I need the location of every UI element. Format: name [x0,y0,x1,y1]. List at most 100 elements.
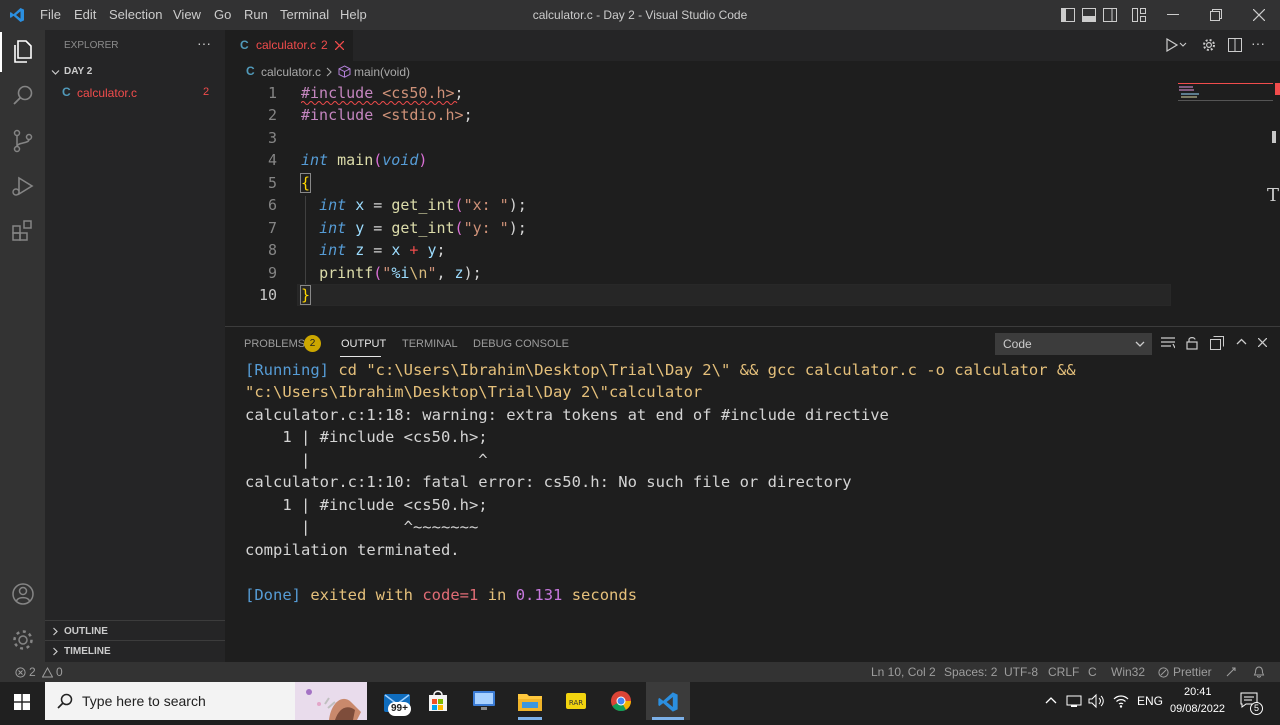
vscode-logo-icon[interactable] [9,7,25,23]
problems-badge: 2 [304,335,321,352]
chrome-icon[interactable] [610,690,632,712]
cursor-position[interactable]: Ln 10, Col 2 [871,665,936,679]
timeline-label: TIMELINE [64,646,111,657]
run-debug-icon[interactable] [9,172,37,200]
minimize-icon[interactable] [1167,14,1179,16]
warning-count[interactable]: 0 [56,665,63,679]
line-number: 7 [267,219,277,237]
split-editor-icon[interactable] [1228,38,1242,52]
winrar-icon[interactable]: RAR [565,691,587,711]
line-number: 8 [267,241,277,259]
platform[interactable]: Win32 [1111,665,1145,679]
extensions-icon[interactable] [9,217,37,245]
folder-day2[interactable]: DAY 2 [45,62,225,82]
active-tab-underline [340,356,381,357]
output-line: [Running] cd "c:\Users\Ibrahim\Desktop\T… [245,361,1076,379]
more-actions-icon[interactable]: ··· [197,35,211,51]
outline-section[interactable]: OUTLINE [45,620,225,640]
file-explorer-icon[interactable] [518,691,542,711]
chevron-down-icon [1135,341,1145,347]
run-code-icon[interactable] [1165,38,1187,52]
menu-help[interactable]: Help [340,7,367,22]
function-cube-icon [338,65,351,78]
line-number: 5 [267,174,277,192]
vscode-taskbar-button[interactable] [646,682,690,720]
scrollbar-thumb[interactable] [1272,131,1276,143]
chevron-up-icon[interactable] [1236,338,1247,346]
c-file-icon: C [240,38,249,52]
menu-edit[interactable]: Edit [74,7,96,22]
encoding[interactable]: UTF-8 [1004,665,1038,679]
menu-selection[interactable]: Selection [109,7,162,22]
line-ending[interactable]: CRLF [1048,665,1079,679]
toggle-panel-icon[interactable] [1082,8,1096,22]
lock-scroll-icon[interactable] [1186,336,1198,350]
files-icon[interactable] [9,37,37,65]
file-problem-count: 2 [203,86,210,98]
notifications-bell-icon[interactable] [1253,666,1265,678]
line-number: 3 [267,129,277,147]
error-count[interactable]: 2 [29,665,36,679]
output-line: 1 | #include <cs50.h>; [245,496,488,514]
language-mode[interactable]: C [1088,665,1097,679]
code-line-10: } [299,285,312,305]
menu-view[interactable]: View [173,7,201,22]
restore-icon[interactable] [1210,9,1222,21]
error-circle-icon[interactable] [15,667,26,678]
breadcrumb-file[interactable]: calculator.c [261,65,321,79]
file-item-calculator[interactable]: C calculator.c 2 [45,82,225,104]
more-actions-icon[interactable]: ··· [1251,35,1265,51]
manage-gear-icon[interactable] [9,626,37,654]
wifi-icon[interactable] [1113,693,1129,709]
clock-time[interactable]: 20:41 [1184,686,1212,698]
windows-start-icon[interactable] [14,694,30,710]
search-placeholder: Type here to search [82,693,206,709]
outline-label: OUTLINE [64,626,108,637]
indentation[interactable]: Spaces: 2 [944,665,997,679]
code-editor[interactable]: 1 2 3 4 5 6 7 8 9 10 #include <cs50.h>; … [225,83,1280,326]
breadcrumb-symbol[interactable]: main(void) [354,65,410,79]
mail-app[interactable]: 99+ [382,688,414,716]
close-window-icon[interactable] [1253,9,1265,21]
feedback-icon[interactable] [1225,666,1237,678]
timeline-section[interactable]: TIMELINE [45,640,225,660]
close-tab-icon[interactable] [335,41,344,50]
menu-terminal[interactable]: Terminal [280,7,329,22]
formatter[interactable]: Prettier [1173,665,1212,679]
clock-date[interactable]: 09/08/2022 [1170,703,1225,715]
warning-icon[interactable] [42,667,53,678]
volume-icon[interactable] [1088,693,1106,709]
minimap[interactable] [1178,83,1273,105]
input-language[interactable]: ENG [1137,694,1163,708]
remote-desktop-icon[interactable] [472,690,496,712]
menu-run[interactable]: Run [244,7,268,22]
search-icon[interactable] [9,82,37,110]
microsoft-store-icon[interactable] [428,690,448,712]
toggle-secondary-sidebar-icon[interactable] [1103,8,1117,22]
chevron-up-icon[interactable] [1045,696,1057,704]
maximize-panel-icon[interactable] [1210,336,1224,350]
menu-go[interactable]: Go [214,7,231,22]
customize-layout-icon[interactable] [1132,8,1146,22]
clear-output-icon[interactable] [1161,337,1175,349]
settings-gear-icon[interactable] [1202,38,1216,52]
mail-badge: 99+ [388,702,411,716]
source-control-icon[interactable] [9,127,37,155]
line-number: 1 [267,84,277,102]
output-channel-select[interactable]: Code [995,333,1152,355]
taskbar-search-box[interactable]: Type here to search [45,682,367,720]
channel-value: Code [1003,337,1032,351]
chevron-right-icon [326,67,332,77]
tab-problems[interactable]: PROBLEMS [244,338,305,350]
tab-debug-console[interactable]: DEBUG CONSOLE [473,338,569,350]
tab-terminal[interactable]: TERMINAL [402,338,458,350]
search-icon [57,693,73,709]
accounts-icon[interactable] [9,580,37,608]
close-panel-icon[interactable] [1258,338,1267,347]
toggle-sidebar-icon[interactable] [1061,8,1075,22]
chevron-right-icon [53,627,58,636]
menu-file[interactable]: File [40,7,61,22]
tab-output[interactable]: OUTPUT [341,338,386,350]
tab-calculator[interactable]: C calculator.c 2 [225,30,353,61]
network-icon[interactable] [1066,693,1082,709]
